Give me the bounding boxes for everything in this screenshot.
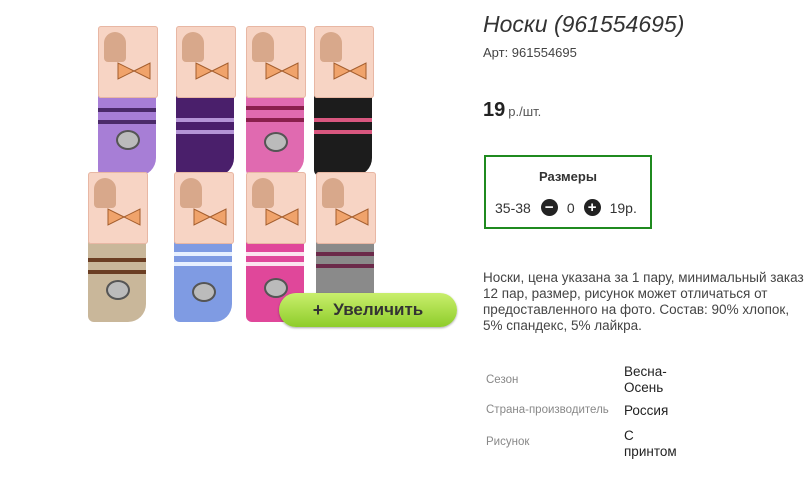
property-value: С принтом [624, 428, 677, 459]
price-unit: р./шт. [508, 104, 542, 119]
sock-pink [240, 26, 312, 176]
property-value: Россия [624, 403, 669, 418]
table-row: Страна-производитель Россия [483, 398, 686, 426]
property-key: Страна-производитель [486, 404, 609, 416]
zoom-button-label: Увеличить [333, 300, 424, 319]
product-description: Носки, цена указана за 1 пару, минимальн… [483, 270, 804, 333]
table-row: Рисунок С принтом [483, 426, 686, 460]
zoom-button[interactable]: + Увеличить [279, 293, 457, 327]
product-image[interactable] [70, 20, 460, 340]
size-price: 19р. [609, 199, 637, 216]
sizes-box: Размеры 35-38 − 0 + 19р. [484, 155, 652, 229]
plus-circle-icon[interactable]: + [583, 199, 601, 216]
minus-icon[interactable]: − [540, 199, 558, 216]
sock-beige [82, 172, 154, 322]
property-value: Весна-Осень [624, 364, 667, 395]
size-row: 35-38 − 0 + 19р. [495, 199, 637, 216]
property-key: Сезон [486, 374, 519, 386]
product-article: Арт: 961554695 [483, 45, 577, 60]
sock-blue [168, 172, 240, 322]
sock-black [308, 26, 380, 176]
sock-lilac [92, 26, 164, 176]
quantity-value[interactable]: 0 [567, 200, 575, 216]
price-value: 19 [483, 99, 506, 121]
table-row: Сезон Весна-Осень [483, 364, 686, 398]
sizes-header: Размеры [539, 169, 597, 184]
product-title: Носки (961554695) [483, 11, 685, 37]
properties-table: Сезон Весна-Осень Страна-производитель Р… [483, 364, 686, 460]
size-range: 35-38 [495, 199, 531, 216]
property-key: Рисунок [486, 436, 530, 448]
plus-icon: + [312, 299, 324, 320]
sock-purple [170, 26, 242, 176]
product-price: 19 р./шт. [483, 99, 541, 122]
